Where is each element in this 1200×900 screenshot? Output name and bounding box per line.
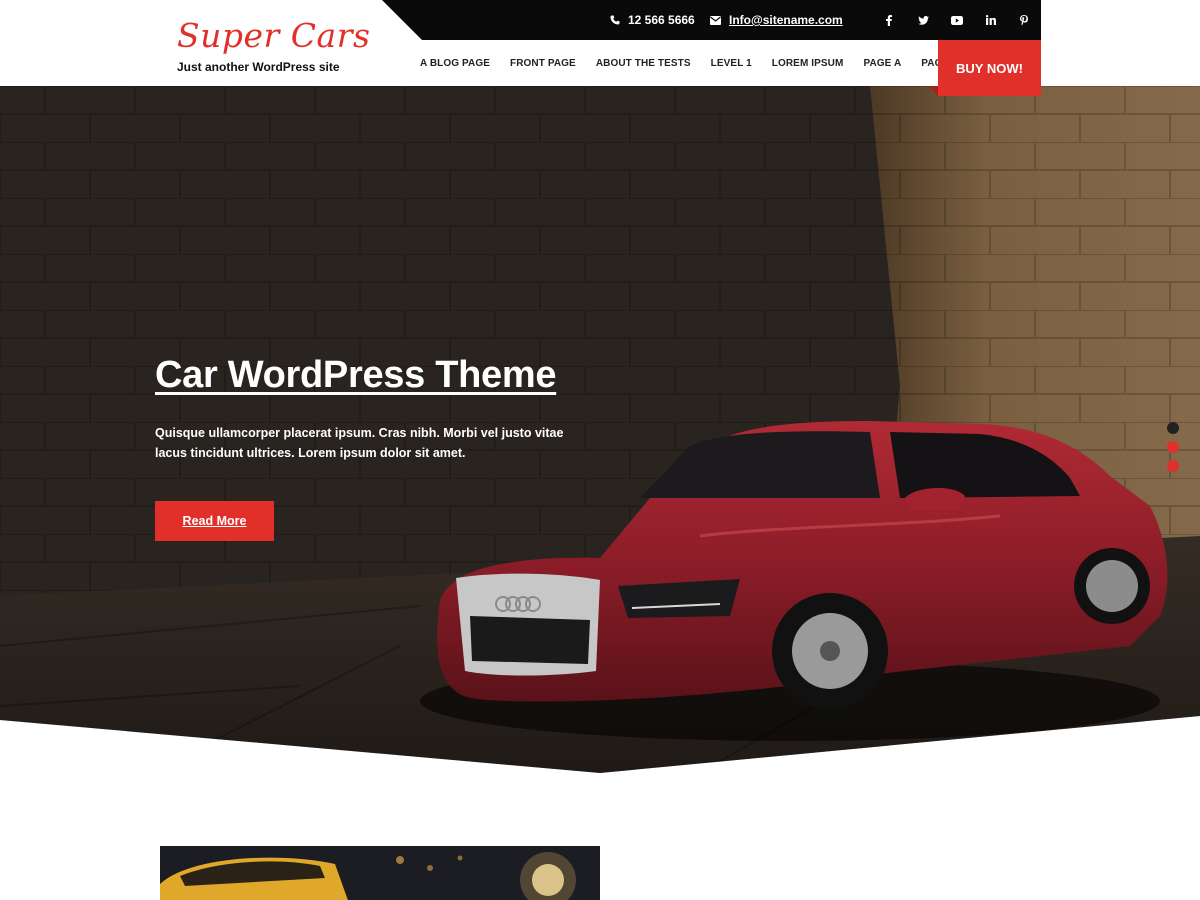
hero-title[interactable]: Car WordPress Theme [155, 354, 556, 397]
site-logo[interactable]: Super Cars Just another WordPress site [177, 14, 370, 74]
facebook-icon[interactable] [879, 0, 899, 40]
contact-bar: 12 566 5666 Info@sitename.com [382, 0, 1041, 40]
envelope-icon [710, 15, 721, 25]
pinterest-icon[interactable] [1014, 0, 1034, 40]
nav-item-front-page[interactable]: FRONT PAGE [510, 58, 576, 69]
slider-dot-1[interactable] [1167, 422, 1179, 434]
slider-dot-2[interactable] [1167, 441, 1179, 453]
nav-item-blog-page[interactable]: A BLOG PAGE [420, 58, 490, 69]
post-thumbnail-image [160, 846, 600, 900]
post-thumbnail[interactable] [160, 846, 600, 900]
site-title[interactable]: Super Cars [177, 14, 370, 58]
contact-email[interactable]: Info@sitename.com [710, 0, 843, 40]
nav-item-lorem-ipsum[interactable]: LOREM IPSUM [772, 58, 844, 69]
nav-item-page-a[interactable]: PAGE A [863, 58, 901, 69]
phone-number: 12 566 5666 [628, 13, 695, 27]
hero-slider: Car WordPress Theme Quisque ullamcorper … [0, 86, 1200, 773]
slider-dot-3[interactable] [1167, 460, 1179, 472]
site-tagline: Just another WordPress site [177, 60, 340, 74]
twitter-icon[interactable] [913, 0, 933, 40]
nav-item-about-the-tests[interactable]: ABOUT THE TESTS [596, 58, 691, 69]
buy-now-button[interactable]: BUY NOW! [938, 40, 1041, 96]
primary-nav: A BLOG PAGE FRONT PAGE ABOUT THE TESTS L… [410, 52, 969, 74]
nav-item-level-1[interactable]: LEVEL 1 [711, 58, 752, 69]
linkedin-icon[interactable] [981, 0, 1001, 40]
hero-description: Quisque ullamcorper placerat ipsum. Cras… [155, 426, 564, 460]
contact-phone: 12 566 5666 [610, 0, 695, 40]
site-header: Super Cars Just another WordPress site 1… [0, 0, 1200, 96]
buy-button-notch [929, 86, 938, 96]
email-link[interactable]: Info@sitename.com [729, 13, 843, 27]
youtube-icon[interactable] [947, 0, 967, 40]
read-more-button[interactable]: Read More [155, 501, 274, 541]
phone-icon [610, 15, 620, 25]
